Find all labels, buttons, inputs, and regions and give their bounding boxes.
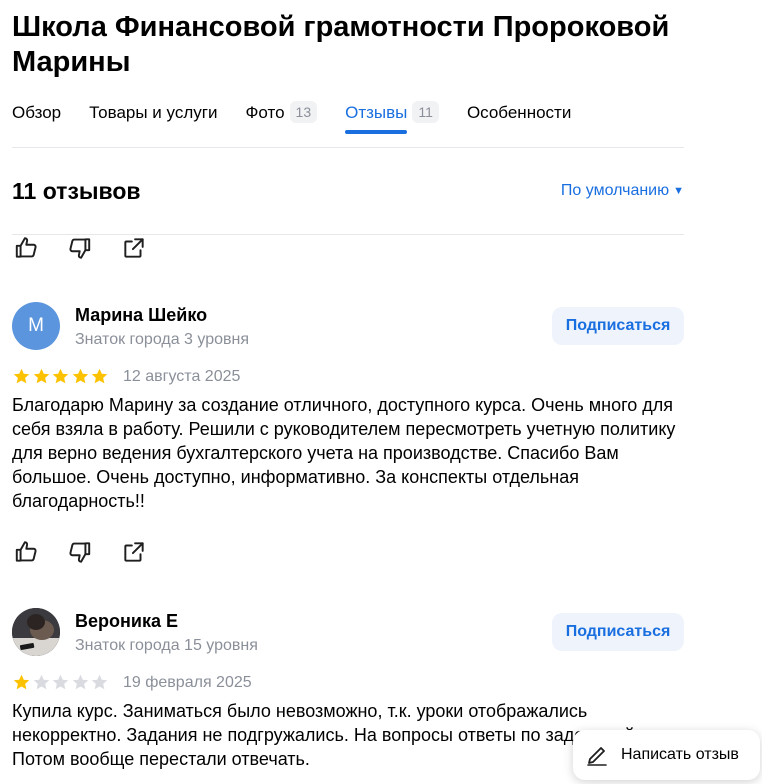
star-empty-icon — [33, 674, 49, 690]
star-filled-icon — [91, 368, 108, 384]
star-rating — [12, 673, 110, 692]
tab-count-badge: 13 — [289, 101, 318, 123]
tab-label: Отзывы — [345, 103, 408, 122]
review-text: Благодарю Марину за создание отличного, … — [12, 395, 676, 511]
share-icon — [124, 238, 144, 258]
star-filled-icon — [13, 368, 30, 384]
review-date: 19 февраля 2025 — [123, 674, 252, 691]
reviews-count: 11 отзывов — [12, 178, 141, 204]
tab-label: Обзор — [12, 103, 62, 122]
active-tab-indicator — [345, 130, 408, 134]
subscribe-button[interactable]: Подписаться — [552, 307, 684, 345]
like-button[interactable] — [12, 234, 40, 262]
star-filled-icon — [33, 368, 49, 384]
star-filled-icon — [72, 368, 88, 384]
star-filled-icon — [13, 674, 30, 690]
tab-photos[interactable]: Фото 13 — [245, 100, 318, 136]
tab-overview[interactable]: Обзор — [12, 100, 61, 136]
tab-reviews[interactable]: Отзывы 11 — [345, 100, 439, 136]
tab-features[interactable]: Особенности — [467, 100, 571, 136]
review-actions — [12, 538, 174, 566]
tabs-bar: Обзор Товары и услуги Фото 13 Отзывы 11 … — [12, 100, 599, 136]
tab-products-services[interactable]: Товары и услуги — [89, 100, 217, 136]
dislike-button[interactable] — [66, 234, 94, 262]
like-icon — [15, 541, 37, 562]
dislike-icon — [69, 238, 91, 259]
star-empty-icon — [72, 674, 88, 690]
write-review-label: Написать отзыв — [621, 746, 739, 763]
share-button[interactable] — [120, 234, 148, 262]
tab-label: Особенности — [466, 103, 572, 122]
review-date: 12 августа 2025 — [123, 368, 241, 385]
sort-label: По умолчанию — [560, 182, 670, 199]
star-filled-icon — [52, 368, 69, 384]
subscribe-button[interactable]: Подписаться — [552, 613, 684, 651]
dislike-icon — [69, 542, 91, 563]
write-review-button[interactable]: Написать отзыв — [573, 730, 760, 780]
share-button[interactable] — [120, 538, 148, 566]
tabs-divider — [12, 147, 684, 148]
star-rating — [12, 367, 110, 386]
like-icon — [15, 237, 37, 258]
star-empty-icon — [91, 674, 108, 690]
avatar-photo — [12, 608, 60, 656]
tab-count-badge: 11 — [412, 101, 439, 123]
author-name[interactable]: Марина Шейко — [75, 303, 207, 327]
star-empty-icon — [52, 674, 69, 690]
avatar[interactable]: М — [12, 302, 60, 350]
author-level: Знаток города 15 уровня — [75, 637, 258, 654]
author-level: Знаток города 3 уровня — [75, 331, 250, 348]
dislike-button[interactable] — [66, 538, 94, 566]
author-name[interactable]: Вероника Е — [75, 609, 178, 633]
page-title: Школа Финансовой грамотности Пророковой … — [12, 11, 670, 78]
sort-dropdown[interactable]: По умолчанию ▼ — [561, 180, 684, 203]
review-actions — [12, 234, 174, 262]
like-button[interactable] — [12, 538, 40, 566]
caret-down-icon: ▼ — [673, 185, 684, 197]
tab-label: Фото — [245, 103, 285, 122]
tab-label: Товары и услуги — [89, 103, 218, 122]
avatar[interactable] — [12, 608, 60, 656]
pencil-icon — [587, 747, 607, 766]
share-icon — [124, 542, 144, 562]
